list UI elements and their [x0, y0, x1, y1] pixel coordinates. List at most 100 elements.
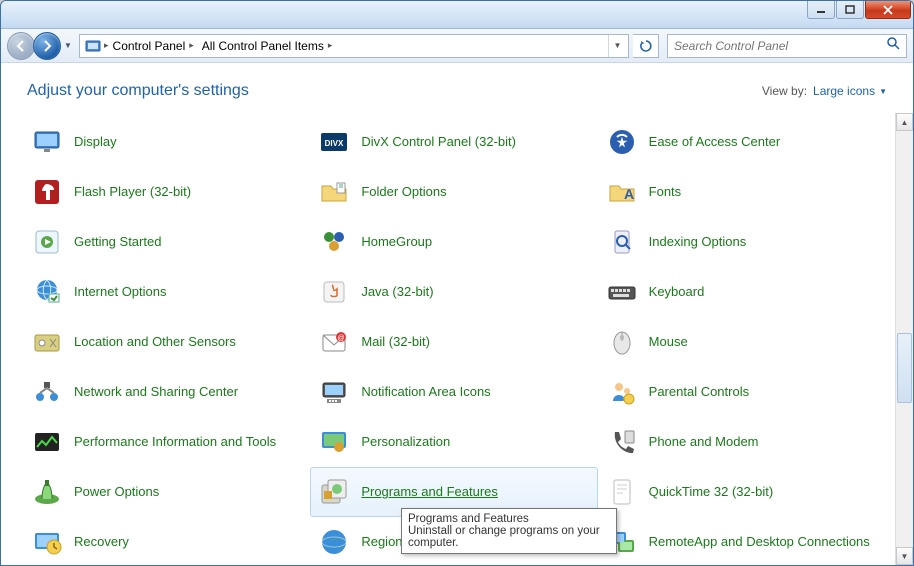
item-label: RemoteApp and Desktop Connections: [649, 534, 870, 550]
fonts-icon: A: [605, 175, 639, 209]
svg-text:A: A: [624, 186, 634, 202]
refresh-button[interactable]: [633, 34, 659, 58]
item-label: Display: [74, 134, 117, 150]
item-label: Getting Started: [74, 234, 161, 250]
minimize-button[interactable]: [807, 1, 835, 19]
cpl-item-phone[interactable]: Phone and Modem: [598, 417, 885, 467]
cpl-item-homegroup[interactable]: HomeGroup: [310, 217, 597, 267]
search-icon: [886, 36, 900, 55]
vertical-scrollbar[interactable]: ▲ ▼: [895, 113, 913, 565]
search-box[interactable]: [667, 34, 907, 58]
qt-icon: [605, 475, 639, 509]
scroll-down-button[interactable]: ▼: [896, 547, 913, 565]
java-icon: [317, 275, 351, 309]
forward-button[interactable]: [33, 32, 61, 60]
breadcrumb-arrow-icon: ▸: [189, 40, 194, 51]
item-label: Personalization: [361, 434, 450, 450]
power-icon: [30, 475, 64, 509]
cpl-item-remote[interactable]: RemoteApp and Desktop Connections: [598, 517, 885, 565]
item-label: QuickTime 32 (32-bit): [649, 484, 774, 500]
cpl-item-start[interactable]: Getting Started: [23, 217, 310, 267]
cpl-item-java[interactable]: Java (32-bit): [310, 267, 597, 317]
svg-text:@: @: [338, 335, 345, 342]
header-row: Adjust your computer's settings View by:…: [1, 63, 913, 113]
folder-icon: [317, 175, 351, 209]
breadcrumb-dropdown[interactable]: ▼: [608, 35, 626, 57]
cpl-item-keyboard[interactable]: Keyboard: [598, 267, 885, 317]
breadcrumb-arrow-icon: ▸: [328, 40, 333, 51]
svg-text:DIVX: DIVX: [325, 139, 344, 148]
item-label: Indexing Options: [649, 234, 747, 250]
item-label: Phone and Modem: [649, 434, 759, 450]
start-icon: [30, 225, 64, 259]
parental-icon: [605, 375, 639, 409]
item-label: Power Options: [74, 484, 159, 500]
cpl-item-location[interactable]: Location and Other Sensors: [23, 317, 310, 367]
cpl-item-parental[interactable]: Parental Controls: [598, 367, 885, 417]
tooltip-body: Uninstall or change programs on your com…: [408, 525, 600, 549]
item-label: Parental Controls: [649, 384, 749, 400]
tooltip: Programs and Features Uninstall or chang…: [401, 508, 617, 554]
location-icon: [30, 325, 64, 359]
back-button[interactable]: [7, 32, 35, 60]
address-bar: ▼ ▸ Control Panel ▸ All Control Panel It…: [1, 29, 913, 63]
cpl-item-personal[interactable]: Personalization: [310, 417, 597, 467]
search-input[interactable]: [674, 39, 886, 53]
programs-icon: [317, 475, 351, 509]
item-label: HomeGroup: [361, 234, 432, 250]
cpl-item-ease[interactable]: Ease of Access Center: [598, 117, 885, 167]
cpl-item-internet[interactable]: Internet Options: [23, 267, 310, 317]
titlebar: [1, 1, 913, 29]
cpl-item-network[interactable]: Network and Sharing Center: [23, 367, 310, 417]
scroll-thumb[interactable]: [897, 333, 912, 403]
items-grid: Display DIVXDivX Control Panel (32-bit)Ea…: [1, 113, 895, 565]
item-label: Performance Information and Tools: [74, 434, 276, 450]
cpl-item-mail[interactable]: @ Mail (32-bit): [310, 317, 597, 367]
mail-icon: @: [317, 325, 351, 359]
chevron-down-icon: ▼: [879, 87, 887, 96]
item-label: Keyboard: [649, 284, 705, 300]
item-label: Java (32-bit): [361, 284, 433, 300]
homegroup-icon: [317, 225, 351, 259]
cpl-item-index[interactable]: Indexing Options: [598, 217, 885, 267]
item-label: Recovery: [74, 534, 129, 550]
item-label: Internet Options: [74, 284, 167, 300]
control-panel-icon: [84, 37, 102, 55]
display-icon: [30, 125, 64, 159]
item-label: Mail (32-bit): [361, 334, 430, 350]
maximize-button[interactable]: [836, 1, 864, 19]
refresh-icon: [639, 39, 653, 53]
perf-icon: [30, 425, 64, 459]
view-by-label: View by:: [762, 84, 807, 98]
nav-history-dropdown[interactable]: ▼: [61, 36, 75, 56]
content-area: Display DIVXDivX Control Panel (32-bit)Ea…: [1, 113, 913, 565]
cpl-item-divx[interactable]: DIVXDivX Control Panel (32-bit): [310, 117, 597, 167]
flash-icon: [30, 175, 64, 209]
back-arrow-icon: [14, 39, 28, 53]
view-by-dropdown[interactable]: Large icons ▼: [813, 84, 887, 98]
cpl-item-qt[interactable]: QuickTime 32 (32-bit): [598, 467, 885, 517]
breadcrumb-all-items[interactable]: All Control Panel Items ▸: [198, 35, 337, 57]
breadcrumb-label: All Control Panel Items: [202, 39, 324, 53]
item-label: Mouse: [649, 334, 688, 350]
cpl-item-power[interactable]: Power Options: [23, 467, 310, 517]
item-label: Notification Area Icons: [361, 384, 490, 400]
cpl-item-fonts[interactable]: AFonts: [598, 167, 885, 217]
cpl-item-mouse[interactable]: Mouse: [598, 317, 885, 367]
forward-arrow-icon: [40, 39, 54, 53]
breadcrumb[interactable]: ▸ Control Panel ▸ All Control Panel Item…: [79, 34, 629, 58]
breadcrumb-control-panel[interactable]: Control Panel ▸: [109, 35, 198, 57]
cpl-item-folder[interactable]: Folder Options: [310, 167, 597, 217]
close-button[interactable]: [865, 1, 911, 19]
cpl-item-perf[interactable]: Performance Information and Tools: [23, 417, 310, 467]
page-title: Adjust your computer's settings: [27, 82, 249, 100]
maximize-icon: [844, 5, 856, 15]
personal-icon: [317, 425, 351, 459]
cpl-item-display[interactable]: Display: [23, 117, 310, 167]
scroll-up-button[interactable]: ▲: [896, 113, 913, 131]
cpl-item-flash[interactable]: Flash Player (32-bit): [23, 167, 310, 217]
phone-icon: [605, 425, 639, 459]
region-icon: [317, 525, 351, 559]
cpl-item-recovery[interactable]: Recovery: [23, 517, 310, 565]
cpl-item-notif[interactable]: Notification Area Icons: [310, 367, 597, 417]
